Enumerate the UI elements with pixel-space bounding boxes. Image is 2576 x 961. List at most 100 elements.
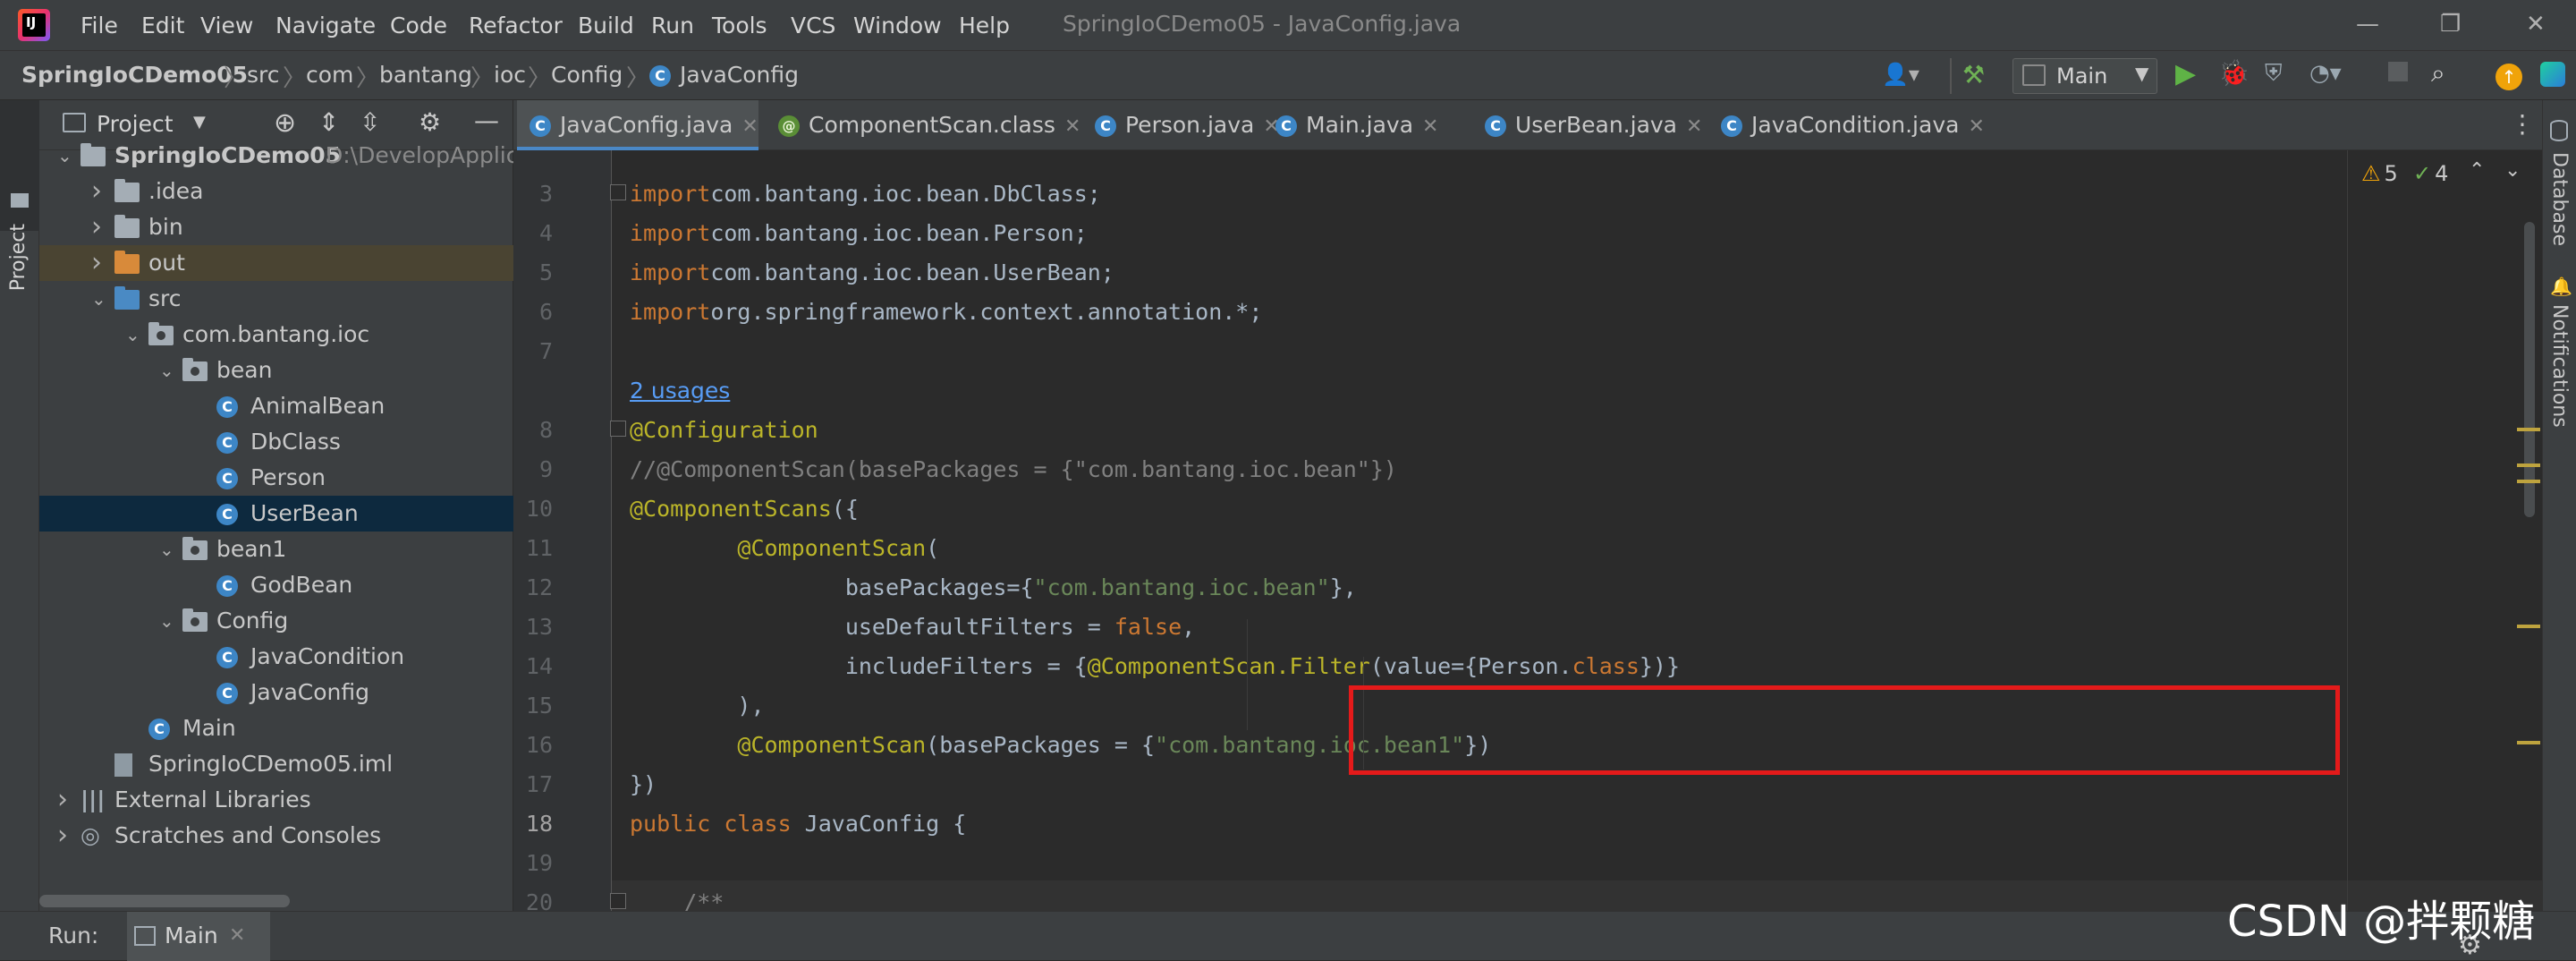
breadcrumb-src[interactable]: src [247,62,280,88]
run-tab[interactable]: Main ✕ [127,912,270,961]
coverage-icon[interactable]: ⛨ [2265,60,2283,88]
breadcrumb-javaconfig[interactable]: C JavaConfig [649,62,799,88]
code-line[interactable]: @Configuration [630,417,818,443]
project-tool-window-button[interactable]: Project [7,224,30,291]
fold-marker-icon[interactable] [610,184,626,200]
menu-tools[interactable]: Tools [712,13,767,38]
tab-javaconfig-java[interactable]: C JavaConfig.java ✕ [517,100,758,150]
hide-panel-icon[interactable]: — [474,106,499,135]
tree-item-com-bantang-ioc[interactable]: ⌄ com.bantang.ioc [39,317,513,353]
code-line[interactable]: //@ComponentScan(basePackages = {"com.ba… [630,456,1397,482]
stop-icon[interactable] [2388,62,2408,81]
breadcrumb-bantang[interactable]: bantang [379,62,472,88]
tree-item--idea[interactable]: › .idea [39,174,513,209]
profile-icon[interactable]: ◔▾ [2309,60,2342,87]
update-icon[interactable]: ↑ [2496,64,2522,90]
code-line[interactable]: importorg.springframework.context.annota… [630,299,1262,325]
tree-item-src[interactable]: ⌄ src [39,281,513,317]
close-tab-icon[interactable]: ✕ [741,115,758,138]
debug-icon[interactable]: 🐞 [2218,58,2250,88]
tab-javacondition-java[interactable]: C JavaCondition.java ✕ [1708,100,1985,150]
tree-item-out[interactable]: › out [39,245,513,281]
close-tab-icon[interactable]: ✕ [229,924,245,947]
tree-item-external-libraries[interactable]: › ||| External Libraries [39,782,513,818]
chevron-right-icon[interactable]: › [57,818,68,854]
code-line[interactable]: ), [630,693,764,719]
tab-userbean-java[interactable]: C UserBean.java ✕ [1472,100,1702,150]
chevron-down-icon[interactable]: ⌄ [57,138,72,174]
vertical-scrollbar[interactable] [2524,222,2535,517]
user-icon[interactable]: 👤▾ [1882,62,1919,87]
tree-item-springiocdemo05[interactable]: ⌄ SpringIoCDemo05 D:\DevelopApplica [39,138,513,174]
chevron-down-icon[interactable]: ▼ [193,113,206,132]
expand-all-icon[interactable]: ⇕ [318,107,339,137]
horizontal-scrollbar[interactable] [39,895,290,907]
database-tool-button[interactable]: Database [2548,152,2571,246]
tree-item-scratches-and-consoles[interactable]: › ◎ Scratches and Consoles [39,818,513,854]
tree-item-javaconfig[interactable]: C JavaConfig [39,675,513,710]
tree-item-dbclass[interactable]: C DbClass [39,424,513,460]
fold-marker-icon[interactable] [610,421,626,437]
code-line[interactable]: importcom.bantang.ioc.bean.DbClass; [630,181,1101,207]
menu-window[interactable]: Window [853,13,942,38]
weak-warning-icon[interactable]: ✓ 4 [2413,161,2448,186]
code-line[interactable]: @ComponentScans({ [630,496,859,522]
code-line[interactable]: }) [630,771,657,797]
code-line[interactable]: includeFilters = {@ComponentScan.Filter(… [630,653,1680,679]
menu-build[interactable]: Build [578,13,634,38]
close-window-icon[interactable]: ✕ [2526,11,2546,38]
locate-icon[interactable]: ⊕ [274,107,296,139]
tree-item-bin[interactable]: › bin [39,209,513,245]
close-tab-icon[interactable]: ✕ [1064,115,1080,138]
menu-run[interactable]: Run [651,13,694,38]
menu-edit[interactable]: Edit [141,13,184,38]
previous-highlight-icon[interactable]: ⌃ [2469,159,2485,182]
tab-componentscan-class[interactable]: @ ComponentScan.class ✕ [766,100,1080,150]
chevron-right-icon[interactable]: › [91,174,102,209]
code-line[interactable]: importcom.bantang.ioc.bean.UserBean; [630,259,1114,285]
next-highlight-icon[interactable]: ⌄ [2504,159,2521,182]
settings-gear-icon[interactable]: ⚙ [419,107,441,137]
chevron-right-icon[interactable]: › [57,782,68,818]
close-tab-icon[interactable]: ✕ [1422,115,1438,138]
tree-item-bean[interactable]: ⌄ bean [39,353,513,388]
tab-person-java[interactable]: C Person.java ✕ [1082,100,1280,150]
chevron-down-icon[interactable]: ⌄ [125,317,140,353]
fold-marker-icon[interactable] [610,893,626,909]
minimize-icon[interactable]: — [2356,11,2379,38]
collapse-all-icon[interactable]: ⇳ [360,107,380,137]
run-config-select[interactable]: Main ▼ [2012,58,2157,94]
usages-link[interactable]: 2 usages [630,378,730,404]
code-line[interactable]: @ComponentScan( [630,535,939,561]
restore-icon[interactable]: ❐ [2440,11,2461,38]
tree-item-animalbean[interactable]: C AnimalBean [39,388,513,424]
code-line[interactable]: 2 usages [630,378,730,404]
tree-item-springiocdemo05-iml[interactable]: SpringIoCDemo05.iml [39,746,513,782]
tree-item-bean1[interactable]: ⌄ bean1 [39,532,513,567]
menu-view[interactable]: View [200,13,253,38]
tree-item-godbean[interactable]: C GodBean [39,567,513,603]
menu-vcs[interactable]: VCS [791,13,835,38]
search-icon[interactable]: ⌕ [2431,58,2445,89]
tab-main-java[interactable]: C Main.java ✕ [1263,100,1465,150]
tree-item-userbean[interactable]: C UserBean [39,496,513,532]
menu-code[interactable]: Code [390,13,447,38]
more-tabs-icon[interactable]: ⋮ [2510,109,2535,139]
tree-item-javacondition[interactable]: C JavaCondition [39,639,513,675]
code-line[interactable]: importcom.bantang.ioc.bean.Person; [630,220,1088,246]
project-panel-title[interactable]: Project [97,111,174,137]
menu-navigate[interactable]: Navigate [275,13,376,38]
toolbox-icon[interactable] [2540,62,2565,87]
chevron-right-icon[interactable]: › [91,209,102,245]
menu-file[interactable]: File [80,13,118,38]
tree-item-person[interactable]: C Person [39,460,513,496]
warning-icon[interactable]: ⚠ 5 [2361,161,2398,186]
chevron-right-icon[interactable]: › [91,245,102,281]
breadcrumb-ioc[interactable]: ioc [494,62,526,88]
notifications-tool-button[interactable]: Notifications [2548,304,2571,428]
run-icon[interactable]: ▶ [2175,58,2196,89]
close-tab-icon[interactable]: ✕ [1686,115,1702,138]
close-tab-icon[interactable]: ✕ [1968,115,1984,138]
code-line[interactable]: useDefaultFilters = false, [630,614,1195,640]
code-line[interactable]: basePackages={"com.bantang.ioc.bean"}, [630,574,1357,600]
